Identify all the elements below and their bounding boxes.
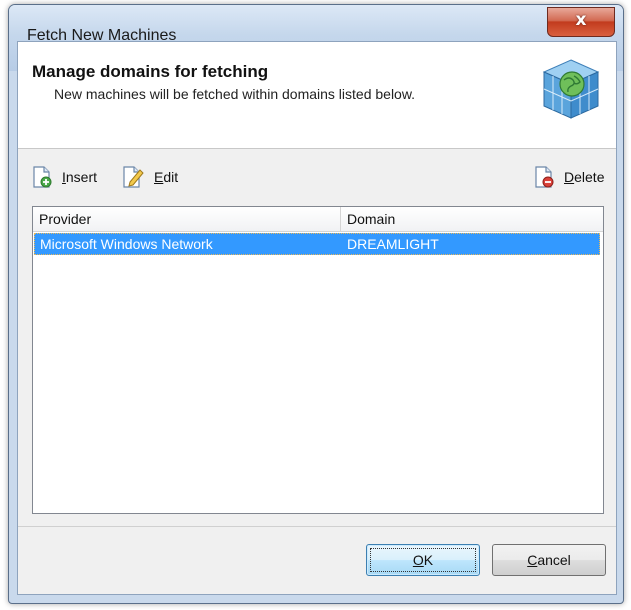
dialog-header: Manage domains for fetching New machines… [18,42,616,149]
domain-cell: DREAMLIGHT [347,236,439,252]
delete-icon [535,166,554,188]
dialog-window: Fetch New Machines x Manage domains for … [8,4,624,604]
insert-button[interactable]: Insert [32,164,97,190]
delete-button[interactable]: Delete [534,164,604,190]
provider-cell: Microsoft Windows Network [40,236,213,252]
edit-icon [123,166,144,188]
insert-icon [33,166,52,188]
focus-rectangle [370,548,476,572]
dialog-footer: OK Cancel [18,527,616,594]
header-title: Manage domains for fetching [32,62,269,81]
dialog-client-area: Manage domains for fetching New machines… [17,41,617,595]
list-item[interactable]: Microsoft Windows Network DREAMLIGHT [34,233,600,255]
cancel-mnemonic: C [527,552,538,568]
column-header-provider[interactable]: Provider [33,207,341,231]
edit-button[interactable]: Edit [122,164,178,190]
network-globe-cube-icon [542,59,600,119]
list-header: Provider Domain [33,207,603,232]
toolbar: Insert Edit Delete [18,154,616,200]
close-icon: x [575,10,587,30]
ok-button[interactable]: OK [366,544,480,576]
close-button[interactable]: x [547,7,615,37]
delete-label: Delete [564,169,605,185]
header-subtitle: New machines will be fetched within doma… [54,86,416,102]
insert-label: Insert [62,169,98,185]
domains-list[interactable]: Provider Domain Microsoft Windows Networ… [32,206,604,514]
cancel-button[interactable]: Cancel [492,544,606,576]
cancel-label-rest: ancel [537,552,571,568]
edit-label: Edit [154,169,179,185]
column-header-domain[interactable]: Domain [341,207,603,231]
